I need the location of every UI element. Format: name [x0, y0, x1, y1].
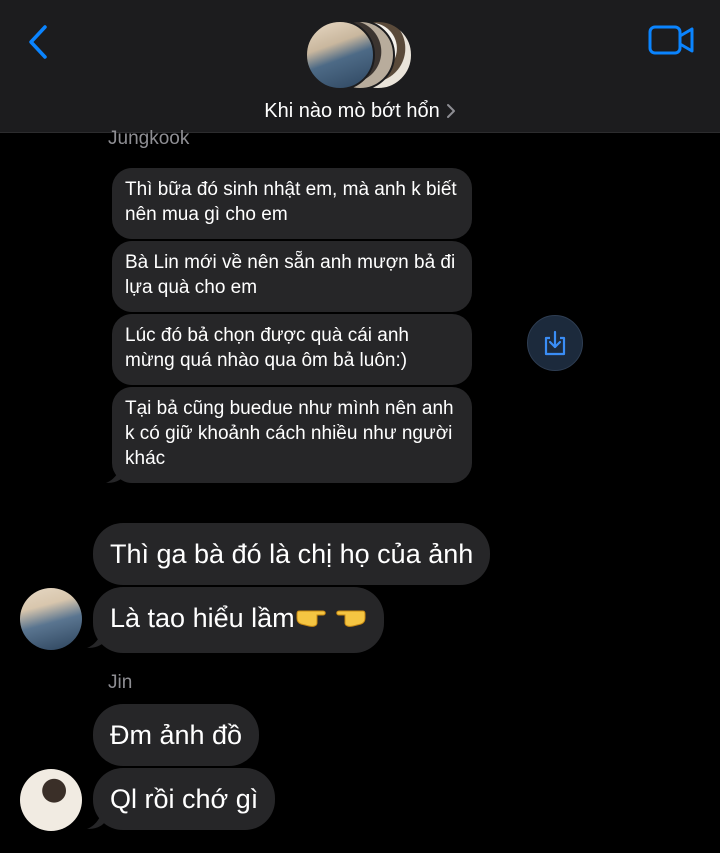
jin-avatar[interactable] [20, 769, 82, 831]
sender-name: Jungkook [108, 128, 190, 149]
message-bubble[interactable]: Thì bữa đó sinh nhật em, mà anh k biết n… [112, 168, 472, 239]
sender-name: Jin [108, 672, 133, 693]
group-member-avatar [305, 20, 375, 90]
message-bubble[interactable]: Thì ga bà đó là chị họ của ảnh [93, 523, 491, 585]
chevron-left-icon [29, 25, 47, 59]
bubble-tail [106, 462, 124, 483]
message-bubble[interactable]: Ql rồi chớ gì [93, 768, 276, 830]
facetime-video-button[interactable] [648, 24, 696, 56]
bubble-tail [87, 808, 105, 829]
share-button[interactable] [527, 315, 583, 371]
message-text: Thì ga bà đó là chị họ của ảnh [110, 539, 474, 569]
group-avatar-stack[interactable] [305, 20, 417, 92]
message-bubble[interactable]: Đm ảnh đồ [93, 704, 260, 766]
share-tray-icon [544, 330, 566, 356]
message-bubble[interactable]: Bà Lin mới về nên sẵn anh mượn bả đi lựa… [112, 241, 472, 312]
message-bubble[interactable]: Tại bả cũng buedue như mình nên anh k có… [112, 387, 472, 483]
message-text: Là tao hiểu lầm [110, 603, 295, 633]
jungkook-avatar[interactable] [20, 588, 82, 650]
message-bubble[interactable]: Là tao hiểu lầm [93, 587, 384, 653]
message-bubble[interactable]: Lúc đó bả chọn được quà cái anh mừng quá… [112, 314, 472, 385]
conversation-title-text: Khi nào mò bớt hổn [264, 100, 440, 122]
pointing-hands-emoji-icon [295, 603, 367, 639]
chevron-right-icon [446, 102, 456, 125]
video-camera-icon [648, 25, 694, 55]
chat-header: Khi nào mò bớt hổn [0, 0, 720, 133]
back-button[interactable] [20, 22, 56, 62]
bubble-tail [87, 627, 105, 648]
conversation-title[interactable]: Khi nào mò bớt hổn [0, 100, 720, 125]
